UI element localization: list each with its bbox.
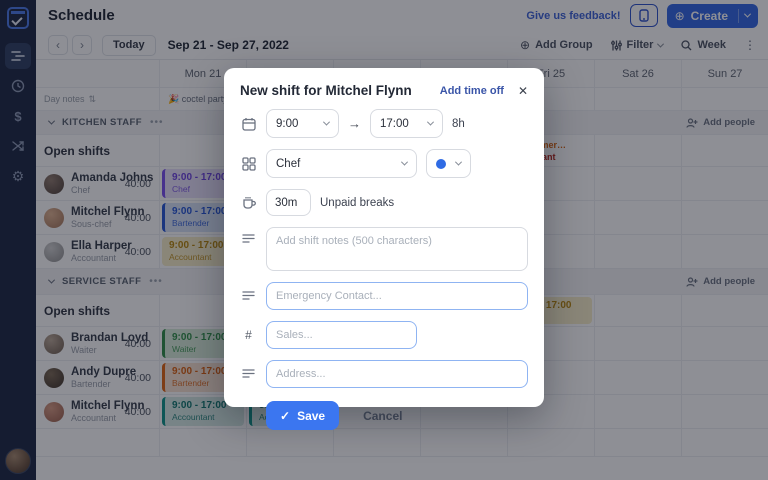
shift-duration: 8h	[452, 118, 465, 130]
breaks-label: Unpaid breaks	[320, 197, 394, 209]
calendar-icon	[240, 117, 257, 131]
number-hash-icon: #	[240, 328, 257, 342]
text-field-lines-icon	[240, 291, 257, 301]
chevron-down-icon	[401, 159, 408, 166]
sales-input[interactable]	[266, 321, 417, 349]
shift-notes-textarea[interactable]	[266, 227, 528, 271]
emergency-contact-input[interactable]	[266, 282, 528, 310]
add-time-off-link[interactable]: Add time off	[440, 85, 504, 97]
color-dot	[436, 159, 446, 169]
chevron-down-icon	[427, 119, 434, 126]
new-shift-modal: New shift for Mitchel Flynn Add time off…	[224, 68, 544, 407]
cancel-button[interactable]: Cancel	[363, 409, 402, 423]
breaks-input[interactable]	[266, 189, 311, 216]
position-grid-icon	[240, 157, 257, 171]
position-select[interactable]: Chef	[266, 149, 417, 178]
break-mug-icon	[240, 196, 257, 209]
notes-lines-icon	[240, 234, 257, 244]
save-button[interactable]: ✓ Save	[266, 401, 339, 430]
close-icon[interactable]: ✕	[518, 85, 528, 97]
start-time-select[interactable]: 9:00	[266, 109, 339, 138]
end-time-select[interactable]: 17:00	[370, 109, 443, 138]
schedule-app: $ ⚙ Schedule Give us feedback! ⊕ Create	[0, 0, 768, 480]
modal-title: New shift for Mitchel Flynn	[240, 83, 412, 98]
address-input[interactable]	[266, 360, 528, 388]
chevron-down-icon	[323, 119, 330, 126]
arrow-right-icon: →	[348, 116, 361, 131]
check-icon: ✓	[280, 409, 290, 423]
text-field-lines-icon	[240, 369, 257, 379]
shift-color-select[interactable]	[426, 149, 471, 178]
chevron-down-icon	[455, 159, 462, 166]
